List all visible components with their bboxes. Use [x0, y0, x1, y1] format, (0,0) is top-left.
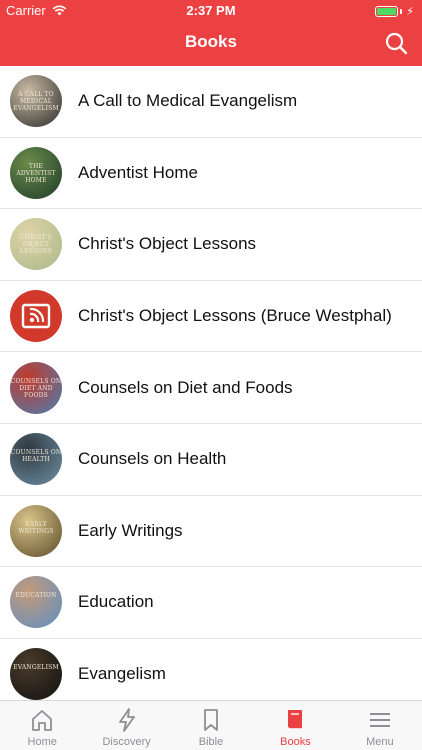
cover-title-text: EVANGELISM: [13, 664, 59, 672]
rss-feed-icon: [21, 303, 51, 329]
book-icon: [287, 710, 303, 730]
list-item[interactable]: EARLY WRITINGS Early Writings: [0, 496, 422, 568]
book-cover-thumbnail: EDUCATION: [10, 576, 62, 629]
list-item[interactable]: Christ's Object Lessons (Bruce Westphal): [0, 281, 422, 353]
menu-icon: [369, 713, 390, 727]
list-item[interactable]: COUNSELS ON HEALTH Counsels on Health: [0, 424, 422, 496]
book-title: Evangelism: [78, 664, 166, 684]
cover-title-text: CHRIST'S OBJECT LESSONS: [19, 234, 53, 256]
tab-menu[interactable]: Menu: [338, 701, 422, 750]
book-list: A CALL TO MEDICAL EVANGELISM A Call to Me…: [0, 66, 422, 700]
home-icon: [32, 710, 53, 731]
search-button[interactable]: [384, 31, 408, 55]
book-cover-thumbnail: [10, 290, 62, 343]
book-cover-thumbnail: THE ADVENTIST HOME: [10, 146, 62, 199]
battery-icon: [375, 6, 399, 17]
book-title: Early Writings: [78, 520, 183, 540]
bookmark-icon: [204, 709, 218, 731]
tab-books[interactable]: Books: [253, 701, 337, 750]
tab-label: Home: [27, 736, 57, 748]
tab-discovery[interactable]: Discovery: [84, 701, 168, 750]
tab-label: Menu: [366, 736, 394, 748]
book-cover-thumbnail: COUNSELS ON HEALTH: [10, 433, 62, 486]
charging-icon: ⚡: [406, 6, 414, 18]
search-icon: [385, 32, 408, 55]
tab-label: Bible: [198, 736, 224, 748]
book-cover-thumbnail: EARLY WRITINGS: [10, 504, 62, 557]
list-item[interactable]: THE ADVENTIST HOME Adventist Home: [0, 138, 422, 210]
list-item[interactable]: A CALL TO MEDICAL EVANGELISM A Call to Me…: [0, 66, 422, 138]
tab-bar: Home Discovery Bible Books Menu: [0, 700, 422, 750]
tab-label: Discovery: [102, 736, 151, 748]
tab-bible[interactable]: Bible: [169, 701, 253, 750]
list-item[interactable]: CHRIST'S OBJECT LESSONS Christ's Object L…: [0, 209, 422, 281]
cover-title-text: THE ADVENTIST HOME: [16, 162, 56, 184]
book-title: Counsels on Health: [78, 449, 227, 469]
cover-title-text: COUNSELS ON HEALTH: [10, 449, 62, 464]
book-cover-thumbnail: CHRIST'S OBJECT LESSONS: [10, 218, 62, 271]
cover-title-text: COUNSELS ON DIET AND FOODS: [10, 377, 62, 399]
cover-title-text: A CALL TO MEDICAL EVANGELISM: [13, 91, 59, 113]
page-title: Books: [185, 32, 237, 51]
book-cover-thumbnail: EVANGELISM: [10, 648, 62, 700]
book-title: Counsels on Diet and Foods: [78, 377, 293, 397]
book-cover-thumbnail: COUNSELS ON DIET AND FOODS: [10, 361, 62, 414]
tab-label: Books: [280, 736, 311, 748]
cover-title-text: EARLY WRITINGS: [18, 520, 54, 535]
book-title: Christ's Object Lessons (Bruce Westphal): [78, 306, 392, 326]
book-title: A Call to Medical Evangelism: [78, 91, 298, 111]
clock: 2:37 PM: [186, 3, 236, 18]
book-cover-thumbnail: A CALL TO MEDICAL EVANGELISM: [10, 75, 62, 128]
cover-title-text: EDUCATION: [15, 592, 57, 600]
list-item[interactable]: COUNSELS ON DIET AND FOODS Counsels on Di…: [0, 352, 422, 424]
nav-header: Carrier 2:37 PM ⚡ Books: [0, 0, 422, 66]
list-item[interactable]: EDUCATION Education: [0, 567, 422, 639]
lightning-icon: [118, 708, 135, 732]
book-title: Education: [78, 592, 154, 612]
list-item[interactable]: EVANGELISM Evangelism: [0, 639, 422, 700]
status-bar: Carrier 2:37 PM ⚡: [0, 0, 422, 22]
book-title: Christ's Object Lessons: [78, 234, 257, 254]
battery-indicator: ⚡: [375, 5, 414, 18]
tab-home[interactable]: Home: [0, 701, 84, 750]
book-title: Adventist Home: [78, 162, 198, 182]
